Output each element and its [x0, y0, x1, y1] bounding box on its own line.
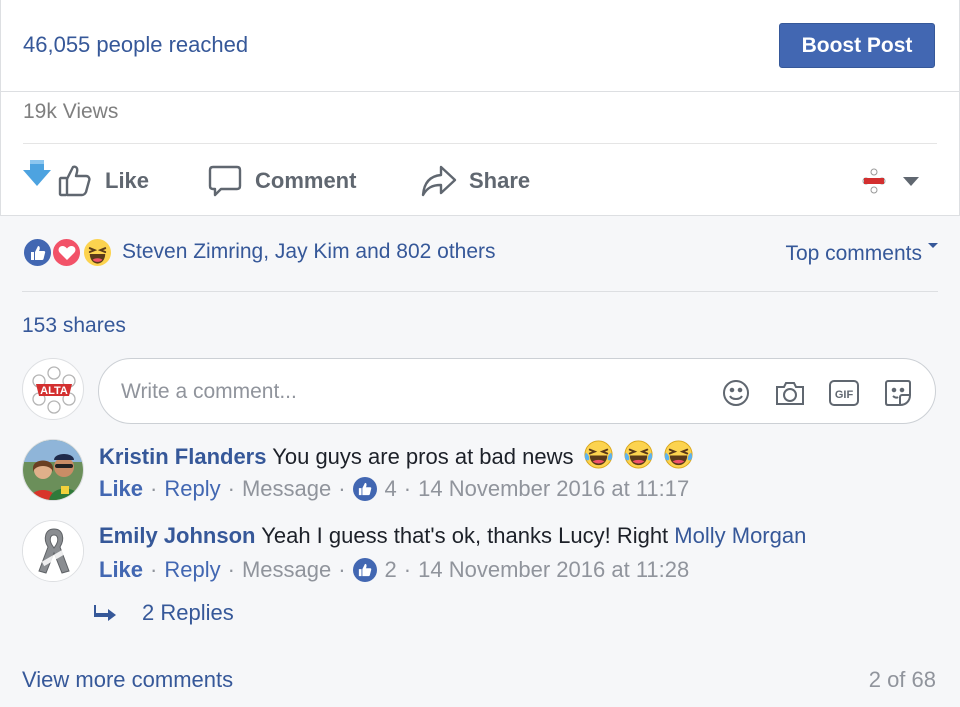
comment-label: Comment: [255, 168, 357, 193]
comment-like-link[interactable]: Like: [99, 473, 143, 505]
comment-body: Emily Johnson Yeah I guess that's ok, th…: [99, 520, 806, 586]
comment-text-line: Emily Johnson Yeah I guess that's ok, th…: [99, 520, 806, 552]
boost-post-button[interactable]: Boost Post: [779, 23, 935, 68]
comment-reply-link[interactable]: Reply: [164, 554, 220, 586]
speech-bubble-icon: [208, 165, 242, 197]
comment-message-link[interactable]: Message: [242, 473, 331, 505]
mention-link[interactable]: Molly Morgan: [674, 523, 806, 548]
separator-dot: ·: [227, 476, 235, 501]
thumbs-up-icon: [58, 165, 91, 197]
reply-arrow-icon: [94, 605, 116, 621]
share-label: Share: [469, 168, 531, 193]
view-replies-link[interactable]: 2 Replies: [94, 600, 234, 626]
divider: [23, 143, 937, 144]
like-reaction-icon: [22, 237, 53, 268]
sticker-icon[interactable]: [881, 376, 915, 410]
avatar[interactable]: [22, 520, 84, 582]
separator-dot: ·: [338, 557, 346, 582]
love-reaction-icon: [51, 237, 82, 268]
haha-reaction-icon: [82, 237, 113, 268]
comment-message-link[interactable]: Message: [242, 554, 331, 586]
view-more-comments-link[interactable]: View more comments: [22, 667, 233, 693]
arrow-down-icon: [23, 160, 51, 186]
separator-dot: ·: [150, 557, 158, 582]
camera-icon[interactable]: [773, 376, 807, 410]
action-bar: Like Comment Share: [1, 148, 959, 214]
view-count[interactable]: 19k Views: [23, 100, 118, 124]
comment-placeholder: Write a comment...: [121, 380, 297, 403]
comment-timestamp[interactable]: 14 November 2016 at 11:28: [418, 554, 689, 586]
post-insights-panel: 46,055 people reached Boost Post 19k Vie…: [0, 0, 960, 216]
reactions-row: Steven Zimring, Jay Kim and 802 others T…: [22, 232, 938, 276]
separator-dot: ·: [150, 476, 158, 501]
comment-actions: Like · Reply · Message · 4 · 14 November…: [99, 473, 694, 505]
sort-comments-dropdown[interactable]: Top comments: [785, 242, 938, 266]
comment-input[interactable]: Write a comment... GIF: [98, 358, 936, 424]
svg-text:GIF: GIF: [835, 389, 854, 401]
avatar[interactable]: ALTA: [22, 358, 84, 420]
laughing-crying-emoji-icon: [580, 440, 694, 469]
gif-icon[interactable]: GIF: [827, 376, 861, 410]
separator-dot: ·: [227, 557, 235, 582]
comment-button[interactable]: Comment: [207, 148, 356, 214]
comment-author[interactable]: Emily Johnson: [99, 523, 255, 548]
replies-count: 2 Replies: [142, 600, 234, 625]
comment-text-line: Kristin Flanders You guys are pros at ba…: [99, 439, 694, 471]
comment-reply-link[interactable]: Reply: [164, 473, 220, 505]
share-button[interactable]: Share: [421, 148, 530, 214]
comment-text: You guys are pros at bad news: [272, 444, 574, 469]
thumbs-up-icon: [352, 477, 377, 501]
comment-like-count[interactable]: 4: [385, 473, 397, 505]
reaction-icons[interactable]: [22, 237, 116, 269]
shares-count[interactable]: 153 shares: [22, 314, 126, 338]
comment-like-count[interactable]: 2: [385, 554, 397, 586]
comment-actions: Like · Reply · Message · 2 · 14 November…: [99, 554, 806, 586]
like-button[interactable]: Like: [57, 148, 149, 214]
divider: [22, 291, 938, 292]
comment-body: Kristin Flanders You guys are pros at ba…: [99, 439, 694, 505]
avatar[interactable]: [22, 439, 84, 501]
alta-logo-icon: [859, 166, 889, 196]
comment-text: Yeah I guess that's ok, thanks Lucy! Rig…: [261, 523, 669, 548]
avatar-logo-text: ALTA: [40, 385, 68, 397]
comment-like-link[interactable]: Like: [99, 554, 143, 586]
page-selector[interactable]: [859, 166, 919, 196]
comment-count: 2 of 68: [868, 667, 936, 692]
reactors-summary[interactable]: Steven Zimring, Jay Kim and 802 others: [122, 240, 496, 264]
like-label: Like: [105, 168, 150, 193]
caret-down-icon: [928, 243, 938, 248]
composer-tools: GIF: [719, 376, 915, 410]
comment-timestamp[interactable]: 14 November 2016 at 11:17: [418, 473, 689, 505]
sort-label: Top comments: [785, 242, 922, 265]
emoji-icon[interactable]: [719, 376, 753, 410]
reach-row: 46,055 people reached Boost Post: [1, 0, 959, 92]
people-reached[interactable]: 46,055 people reached: [23, 32, 248, 58]
separator-dot: ·: [403, 557, 412, 582]
separator-dot: ·: [338, 476, 346, 501]
comment-author[interactable]: Kristin Flanders: [99, 444, 266, 469]
chevron-down-icon: [903, 176, 919, 186]
share-arrow-icon: [421, 165, 457, 197]
thumbs-up-icon: [352, 558, 377, 582]
separator-dot: ·: [403, 476, 412, 501]
